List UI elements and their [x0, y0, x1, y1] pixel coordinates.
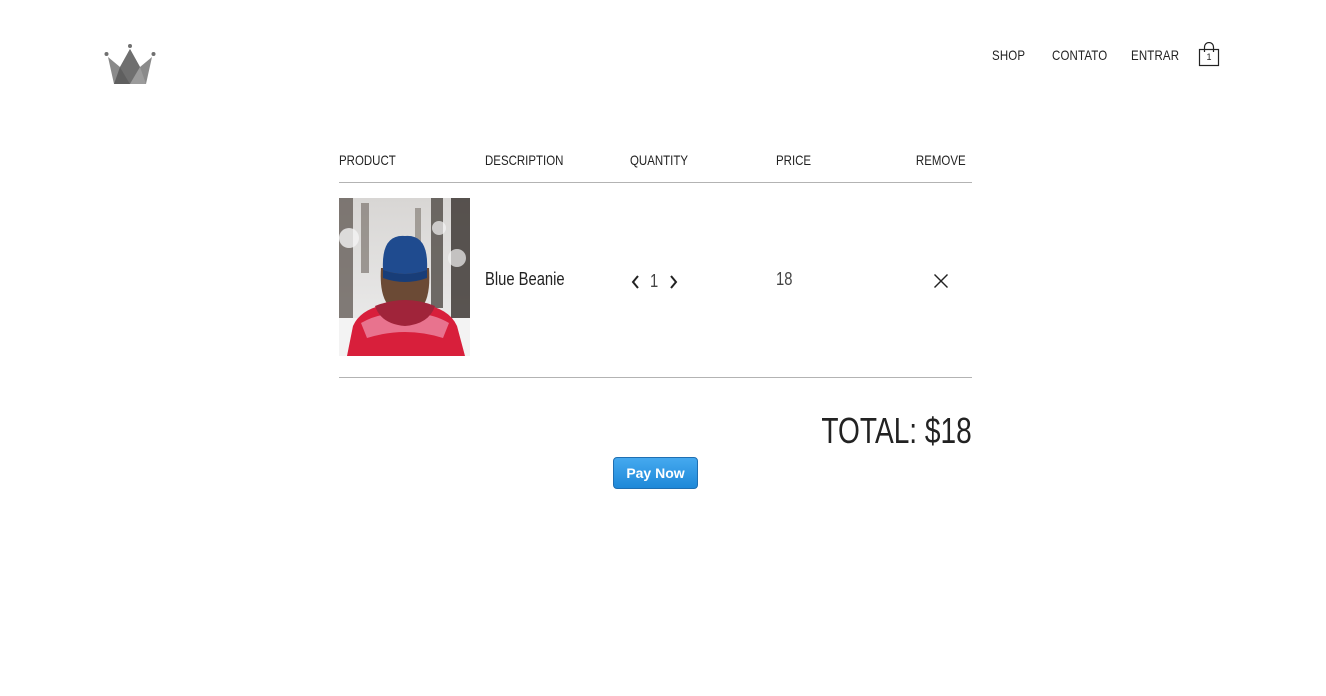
cart-button[interactable]: 1 — [1198, 41, 1220, 67]
column-header-remove: REMOVE — [916, 152, 966, 168]
column-header-price: PRICE — [776, 152, 812, 168]
item-price: 18 — [776, 269, 793, 289]
quantity-stepper: 1 — [630, 271, 690, 293]
crown-logo-icon[interactable] — [104, 43, 156, 85]
chevron-left-icon[interactable] — [630, 274, 641, 290]
product-description: Blue Beanie — [485, 269, 565, 289]
cart-total: TOTAL: $18 — [821, 410, 972, 451]
product-image[interactable] — [339, 198, 470, 356]
cart-count-badge: 1 — [1206, 52, 1212, 62]
column-header-description: DESCRIPTION — [485, 152, 564, 168]
cart-header-row: PRODUCT DESCRIPTION QUANTITY PRICE REMOV… — [339, 150, 972, 183]
pay-now-button[interactable]: Pay Now — [613, 457, 698, 489]
nav-entrar-link[interactable]: ENTRAR — [1131, 47, 1179, 63]
nav-shop-link[interactable]: SHOP — [992, 47, 1025, 63]
quantity-value: 1 — [650, 271, 659, 291]
close-icon[interactable] — [933, 273, 949, 289]
cart-table: PRODUCT DESCRIPTION QUANTITY PRICE REMOV… — [339, 150, 972, 378]
chevron-right-icon[interactable] — [668, 274, 679, 290]
column-header-product: PRODUCT — [339, 152, 396, 168]
nav-contato-link[interactable]: CONTATO — [1052, 47, 1107, 63]
cart-item-row: Blue Beanie 1 18 — [339, 183, 972, 378]
column-header-quantity: QUANTITY — [630, 152, 689, 168]
